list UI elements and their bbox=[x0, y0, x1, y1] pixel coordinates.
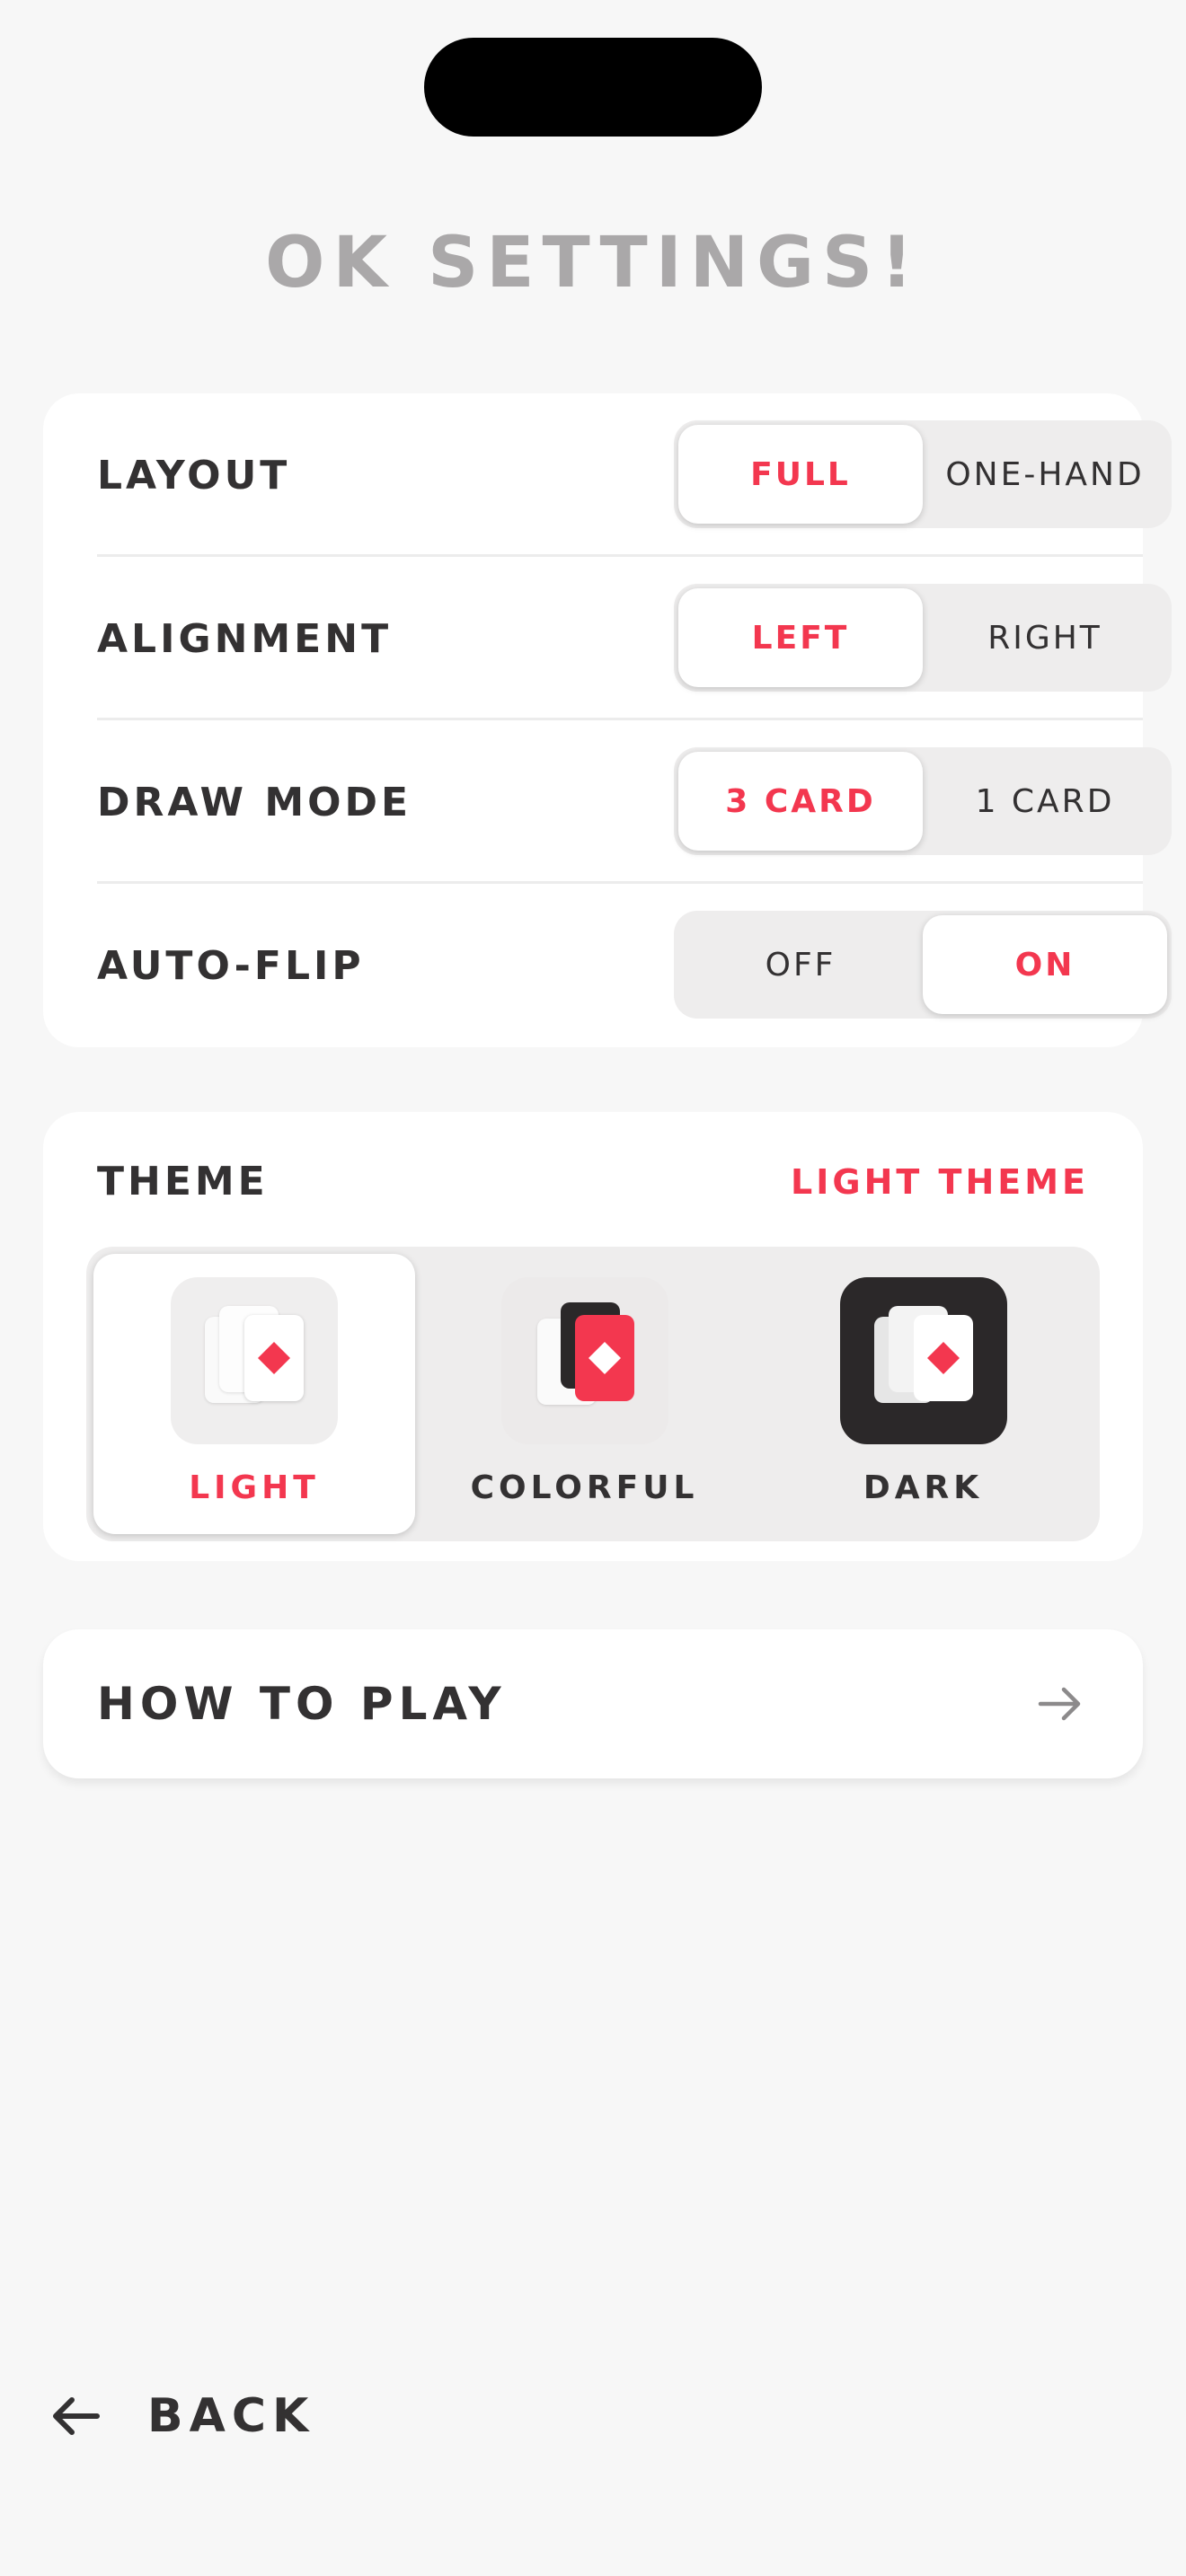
theme-option-dark[interactable]: DARK bbox=[754, 1254, 1093, 1534]
theme-option-label: LIGHT bbox=[189, 1469, 320, 1506]
colorful-theme-icon bbox=[500, 1277, 668, 1444]
dynamic-island bbox=[424, 38, 762, 137]
alignment-label: ALIGNMENT bbox=[97, 615, 393, 662]
dark-theme-icon bbox=[839, 1277, 1007, 1444]
page-title: OK SETTINGS! bbox=[265, 223, 921, 304]
light-theme-icon bbox=[171, 1277, 338, 1444]
layout-label: LAYOUT bbox=[97, 452, 291, 498]
draw-mode-label: DRAW MODE bbox=[97, 779, 412, 825]
auto-flip-option-on[interactable]: ON bbox=[923, 915, 1167, 1014]
layout-option-full[interactable]: FULL bbox=[678, 425, 923, 524]
draw-mode-row: DRAW MODE 3 CARD 1 CARD bbox=[97, 720, 1172, 884]
draw-mode-option-3-card[interactable]: 3 CARD bbox=[678, 752, 923, 851]
arrow-right-icon bbox=[1038, 1687, 1081, 1721]
how-to-play-button[interactable]: HOW TO PLAY bbox=[43, 1629, 1143, 1778]
layout-segmented-control: FULL ONE-HAND bbox=[674, 420, 1172, 528]
alignment-option-left[interactable]: LEFT bbox=[678, 588, 923, 687]
auto-flip-segmented-control: OFF ON bbox=[674, 911, 1172, 1019]
layout-row: LAYOUT FULL ONE-HAND bbox=[97, 393, 1172, 557]
alignment-row: ALIGNMENT LEFT RIGHT bbox=[97, 557, 1172, 720]
back-button[interactable]: BACK bbox=[50, 2380, 314, 2452]
theme-option-light[interactable]: LIGHT bbox=[93, 1254, 415, 1534]
how-to-play-label: HOW TO PLAY bbox=[97, 1678, 507, 1730]
draw-mode-segmented-control: 3 CARD 1 CARD bbox=[674, 747, 1172, 855]
auto-flip-option-off[interactable]: OFF bbox=[678, 915, 923, 1014]
alignment-segmented-control: LEFT RIGHT bbox=[674, 584, 1172, 692]
arrow-left-icon bbox=[53, 2397, 100, 2435]
settings-card: LAYOUT FULL ONE-HAND ALIGNMENT LEFT RIGH… bbox=[43, 393, 1172, 1047]
theme-card: THEME LIGHT THEME LIGHT COLORFUL DARK bbox=[43, 1112, 1143, 1561]
back-label: BACK bbox=[147, 2389, 315, 2443]
theme-label: THEME bbox=[97, 1159, 269, 1204]
current-theme-label: LIGHT THEME bbox=[791, 1162, 1089, 1202]
theme-option-label: COLORFUL bbox=[470, 1469, 699, 1506]
alignment-option-right[interactable]: RIGHT bbox=[923, 588, 1167, 687]
layout-option-one-hand[interactable]: ONE-HAND bbox=[923, 425, 1167, 524]
theme-selector: LIGHT COLORFUL DARK bbox=[86, 1247, 1100, 1541]
theme-option-colorful[interactable]: COLORFUL bbox=[415, 1254, 754, 1534]
draw-mode-option-1-card[interactable]: 1 CARD bbox=[923, 752, 1167, 851]
auto-flip-label: AUTO-FLIP bbox=[97, 942, 365, 989]
auto-flip-row: AUTO-FLIP OFF ON bbox=[97, 884, 1172, 1047]
theme-option-label: DARK bbox=[863, 1469, 984, 1506]
